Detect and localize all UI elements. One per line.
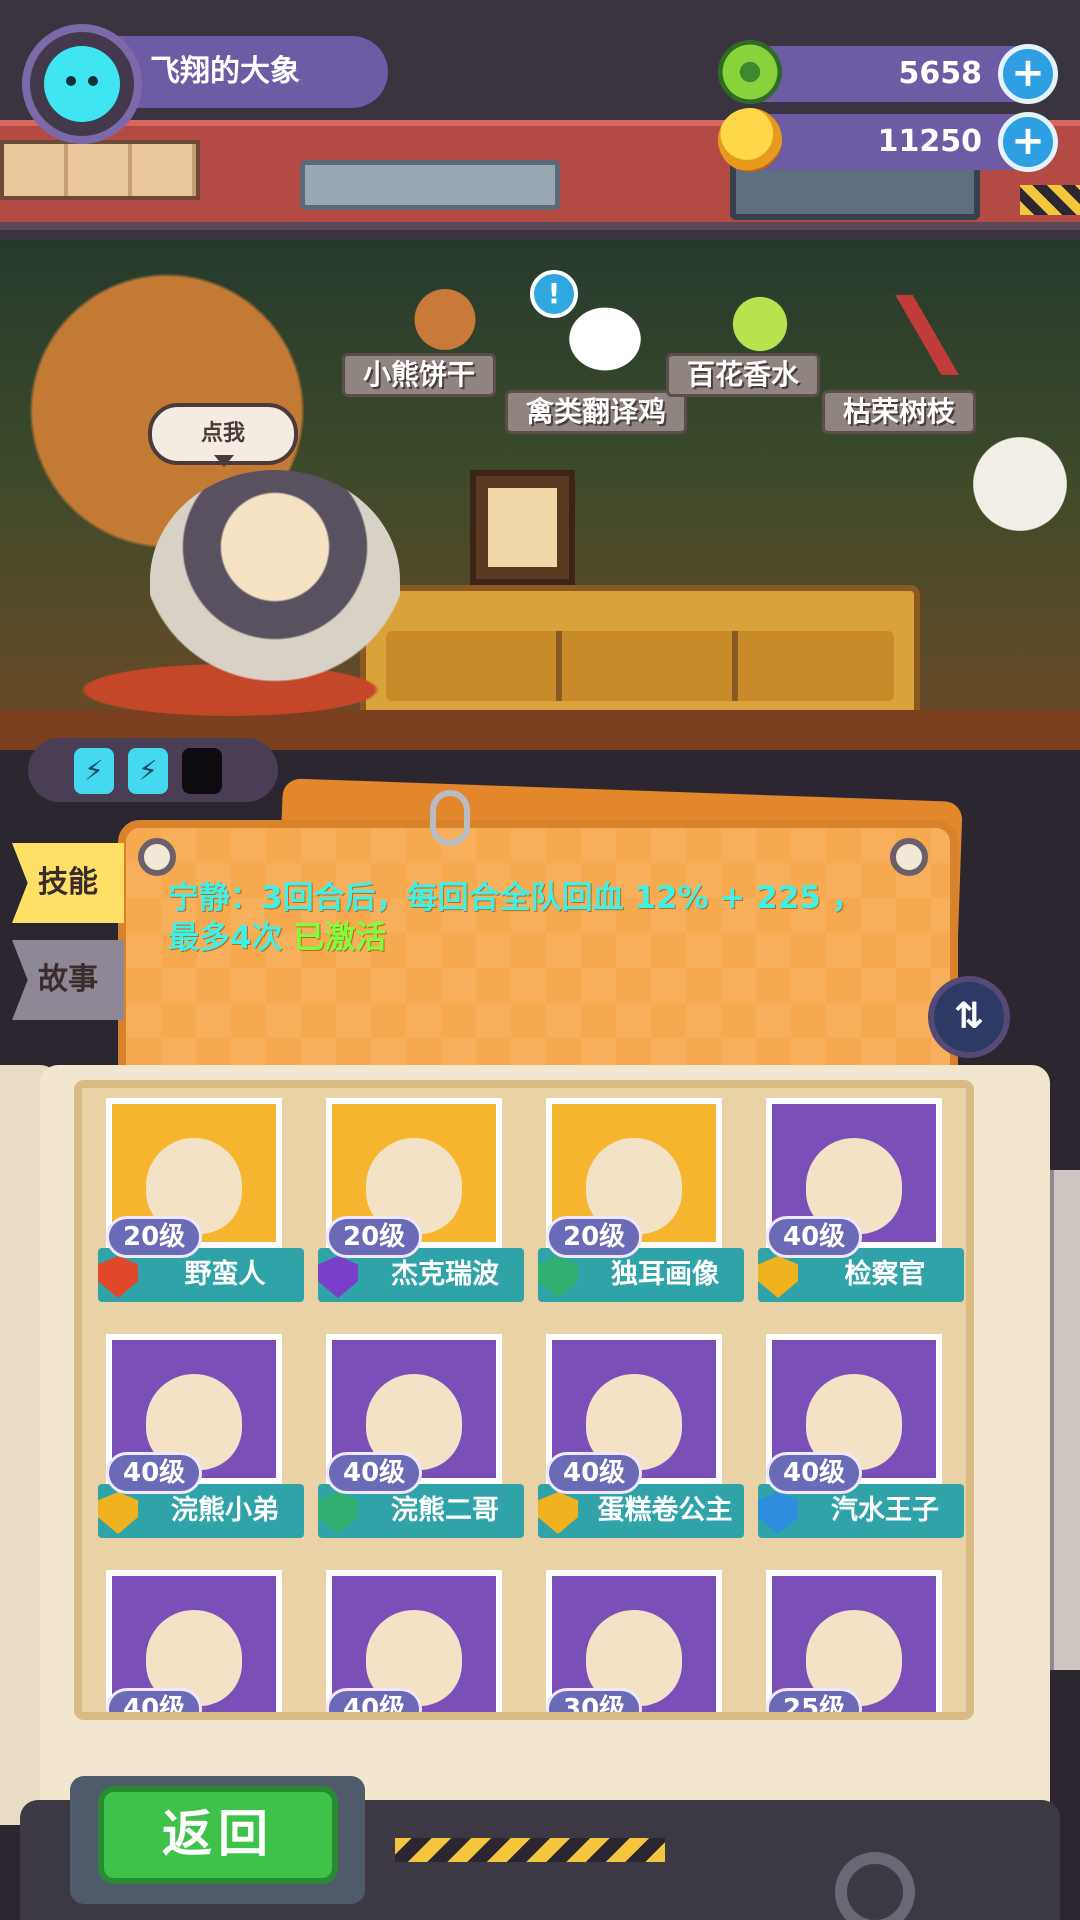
add-gem-button[interactable]: + — [998, 44, 1058, 104]
skill-description: 宁静：3回合后，每回合全队回血 12% + 225 ，最多4次 已激活 — [168, 878, 888, 958]
character-level-badge: 40级 — [106, 1688, 203, 1712]
skull-figure — [960, 430, 1080, 550]
character-card[interactable]: 检察官 40级 — [754, 1098, 964, 1302]
machine-plank — [0, 140, 200, 200]
character-grid: 野蛮人 20级 杰克瑞波 20级 独耳画像 20级 检察官 40级浣熊小弟 40级 浣熊二哥 40级… — [74, 1080, 974, 1720]
back-button[interactable]: 返回 — [98, 1786, 338, 1884]
alert-icon[interactable]: ! — [530, 270, 578, 318]
gem-value: 5658 — [898, 56, 983, 91]
cat-face-icon — [44, 46, 120, 122]
gem-icon — [718, 40, 782, 104]
shop-counter — [360, 585, 920, 725]
role-shield-icon — [758, 1256, 798, 1298]
character-card[interactable]: 野蛮人 20级 — [94, 1098, 304, 1302]
character-card[interactable]: 蛋糕卷公主 40级 — [534, 1334, 744, 1538]
portrait-frame — [470, 470, 575, 585]
avatar[interactable] — [22, 24, 142, 144]
character-level-badge: 40级 — [546, 1452, 643, 1494]
character-level-badge: 30级 — [546, 1688, 643, 1712]
role-shield-icon — [318, 1256, 358, 1298]
character-level-badge: 40级 — [106, 1452, 203, 1494]
energy-bolt-icon: ⚡ — [74, 748, 114, 794]
paper-clip-icon — [430, 790, 470, 846]
book-right-page — [1050, 1170, 1080, 1670]
hero-character[interactable] — [150, 470, 400, 690]
character-card[interactable]: 25级 — [754, 1570, 950, 1712]
role-shield-icon — [758, 1492, 798, 1534]
click-me-bubble[interactable]: 点我 — [148, 403, 298, 467]
skill-status: 已激活 — [293, 920, 387, 956]
role-shield-icon — [98, 1492, 138, 1534]
role-shield-icon — [538, 1492, 578, 1534]
machine-grille — [300, 160, 560, 210]
hazard-strip — [1020, 185, 1080, 215]
hazard-stripe — [395, 1838, 665, 1862]
character-level-badge: 20级 — [326, 1216, 423, 1258]
character-card[interactable]: 汽水王子 40级 — [754, 1334, 964, 1538]
character-level-badge: 25级 — [766, 1688, 863, 1712]
coin-counter: 11250 + — [718, 108, 1058, 172]
character-level-badge: 40级 — [766, 1216, 863, 1258]
energy-empty-slot — [182, 748, 222, 794]
item-label-flower-perfume[interactable]: 百花香水 — [666, 353, 821, 397]
character-card[interactable]: 浣熊二哥 40级 — [314, 1334, 524, 1538]
character-level-badge: 20级 — [106, 1216, 203, 1258]
character-card[interactable]: 杰克瑞波 20级 — [314, 1098, 524, 1302]
flower-perfume-item[interactable] — [715, 270, 805, 360]
character-level-badge: 40级 — [326, 1688, 423, 1712]
character-level-badge: 20级 — [546, 1216, 643, 1258]
role-shield-icon — [318, 1492, 358, 1534]
character-card[interactable]: 浣熊小弟 40级 — [94, 1334, 304, 1538]
role-shield-icon — [538, 1256, 578, 1298]
character-level-badge: 40级 — [766, 1452, 863, 1494]
panel-bolt — [138, 838, 176, 876]
character-card[interactable]: 40级 — [94, 1570, 290, 1712]
player-name: 飞翔的大象 — [150, 54, 300, 89]
character-card[interactable]: 独耳画像 20级 — [534, 1098, 744, 1302]
add-coin-button[interactable]: + — [998, 112, 1058, 172]
skill-description-text: 宁静：3回合后，每回合全队回血 12% + 225 ，最多4次 — [168, 880, 863, 956]
tab-story[interactable]: 故事 — [12, 940, 124, 1020]
energy-bolt-icon: ⚡ — [128, 748, 168, 794]
item-label-bird-translator[interactable]: 禽类翻译鸡 — [505, 390, 688, 434]
teddy-bear-item[interactable] — [400, 270, 490, 360]
panel-bolt — [890, 838, 928, 876]
item-label-withered-twig[interactable]: 枯荣树枝 — [822, 390, 977, 434]
gem-counter: 5658 + — [718, 40, 1058, 104]
coin-value: 11250 — [877, 124, 982, 159]
tab-skill[interactable]: 技能 — [12, 843, 124, 923]
character-card[interactable]: 40级 — [314, 1570, 510, 1712]
withered-twig-item[interactable] — [895, 295, 965, 375]
character-level-badge: 40级 — [326, 1452, 423, 1494]
role-shield-icon — [98, 1256, 138, 1298]
energy-indicator: ⚡ ⚡ — [28, 738, 278, 802]
item-label-teddy-biscuit[interactable]: 小熊饼干 — [342, 353, 497, 397]
coin-icon — [718, 108, 782, 172]
character-card[interactable]: 30级 — [534, 1570, 730, 1712]
swap-button[interactable]: ⇅ — [928, 976, 1010, 1058]
